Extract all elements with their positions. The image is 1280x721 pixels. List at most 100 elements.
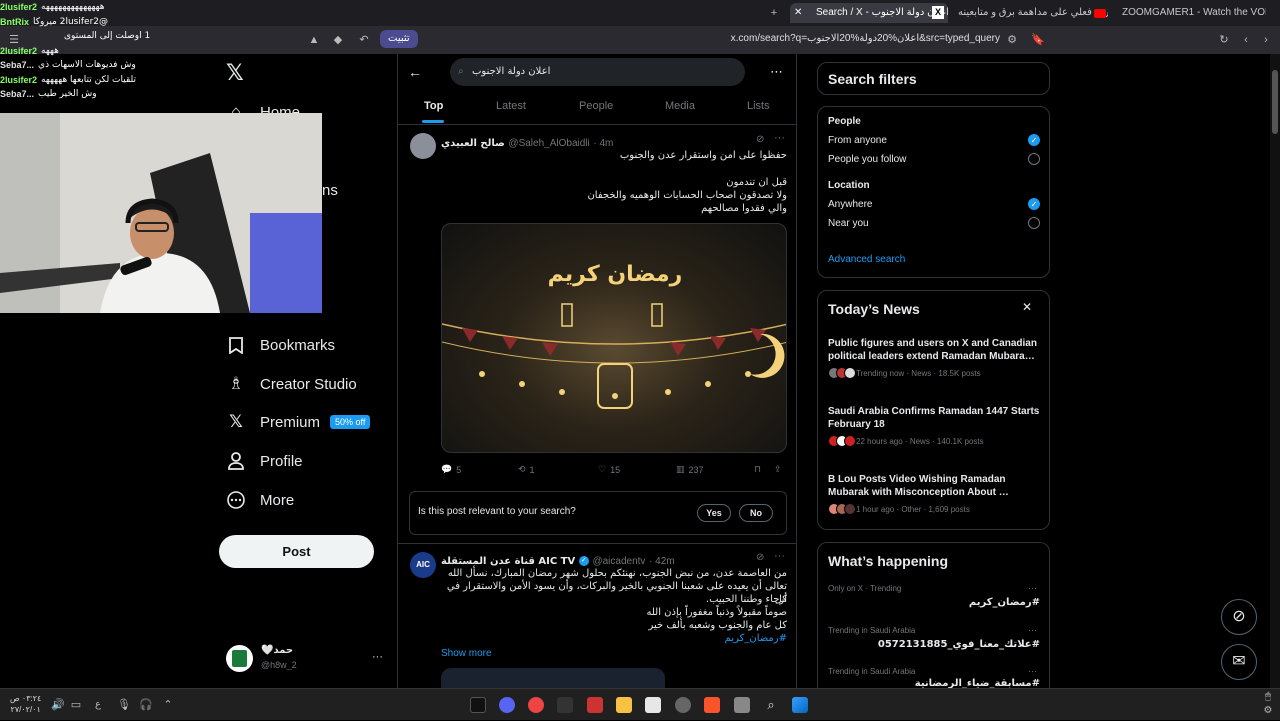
more-dots-icon[interactable]: ··· [1028, 583, 1037, 593]
radio-checked-icon[interactable]: ✓ [1028, 134, 1040, 146]
grok-icon[interactable]: ⊘ [756, 552, 764, 563]
show-more-link[interactable]: Show more [441, 648, 492, 659]
settings-icon[interactable]: ⚙ [1260, 701, 1276, 721]
brave-browser-icon[interactable] [704, 697, 720, 713]
grok-float-button[interactable]: ⊘ [1221, 599, 1257, 635]
search-icon[interactable]: ⌕ [763, 695, 779, 715]
no-button[interactable]: No [739, 504, 773, 522]
tweet-media-preview[interactable] [441, 668, 665, 688]
brave-rewards-icon[interactable]: ◆ [330, 30, 346, 50]
back-arrow-icon[interactable]: ← [408, 64, 422, 80]
new-tab-icon[interactable]: + [766, 3, 782, 23]
language-indicator[interactable]: ع [90, 695, 106, 715]
nav-partial-label[interactable]: ns [322, 182, 338, 199]
tab-people[interactable]: People [579, 100, 613, 112]
close-icon[interactable]: ✕ [1022, 300, 1032, 314]
news-item[interactable]: Public figures and users on X and Canadi… [828, 337, 1040, 379]
install-button[interactable]: تثبيت [380, 30, 418, 48]
grok-icon[interactable]: ⊘ [756, 134, 764, 145]
post-button[interactable]: Post [219, 535, 374, 568]
clock[interactable]: ٠٣:٢٤ ص ٢٧/٠٢/٠١ [10, 693, 41, 715]
obs-icon[interactable] [528, 697, 544, 713]
radio-checked-icon[interactable]: ✓ [1028, 198, 1040, 210]
more-dots-icon[interactable]: ··· [774, 132, 785, 144]
more-options-icon[interactable]: ⋯ [770, 64, 783, 80]
tune-icon[interactable]: ⚙ [1004, 30, 1020, 50]
nav-bookmarks[interactable]: Bookmarks [226, 330, 335, 360]
close-icon[interactable]: ✕ [794, 3, 802, 23]
news-item[interactable]: B Lou Posts Video Wishing Ramadan Mubara… [828, 473, 1040, 515]
reload-icon[interactable]: ↻ [1216, 30, 1232, 50]
bookmark-page-icon[interactable]: 🔖 [1030, 30, 1046, 50]
search-input[interactable]: ⌕ اعلان دولة الاجنوب [450, 58, 745, 86]
brave-shield-icon[interactable]: ▲ [306, 30, 322, 50]
yes-button[interactable]: Yes [697, 504, 731, 522]
more-dots-icon[interactable]: ··· [1028, 625, 1037, 635]
tab-latest[interactable]: Latest [496, 100, 526, 112]
trend-item[interactable]: Trending in Saudi Arabia ··· #علاتك_معنا… [818, 621, 1050, 661]
advanced-search-link[interactable]: Advanced search [828, 254, 905, 265]
repost-button[interactable]: ⟲ 1 [518, 464, 535, 475]
trend-item[interactable]: Only on X · Trending ··· #رمضان_كريم [818, 579, 1050, 619]
nav-profile[interactable]: Profile [226, 446, 303, 476]
task-view-icon[interactable] [734, 697, 750, 713]
hashtag-link[interactable]: #رمضان_كريم [441, 632, 787, 645]
tab-top[interactable]: Top [424, 100, 443, 112]
more-dots-icon[interactable]: ··· [372, 651, 383, 663]
share-button[interactable]: ⇪ [774, 464, 782, 475]
tab-x-search[interactable]: ✕ Search / X - اعلان دولة الاجنوب X [790, 3, 948, 23]
tweet[interactable]: AIC قناة عدن المستقلة AIC TV ✓ @aicadent… [398, 544, 796, 688]
tab-media[interactable]: Media [665, 100, 695, 112]
tweet[interactable]: صالح العبيدي @Saleh_AlObaidli · 4m ⊘ ···… [398, 125, 796, 485]
radio-empty-icon[interactable] [1028, 153, 1040, 165]
app-icon[interactable] [675, 697, 691, 713]
nav-premium[interactable]: 𝕏 Premium 50% off [226, 407, 371, 437]
news-item[interactable]: Saudi Arabia Confirms Ramadan 1447 Start… [828, 405, 1040, 447]
like-button[interactable]: ♡ 15 [598, 464, 620, 475]
store-icon[interactable] [645, 697, 661, 713]
url-field[interactable]: x.com/search?q=اعلان%20دولة%20الاجنوب&sr… [560, 33, 1000, 44]
tweet-author-handle[interactable]: @Saleh_AlObaidli [508, 138, 589, 149]
network-icon[interactable]: ▭ [68, 695, 84, 715]
discord-icon[interactable] [499, 697, 515, 713]
nav-back-icon[interactable]: ‹ [1238, 30, 1254, 50]
trend-item[interactable]: Trending in Saudi Arabia ··· #مسابقة_ضيا… [818, 663, 1050, 689]
headset-icon[interactable]: 🎧 [138, 695, 154, 715]
tweet-author-handle[interactable]: @aicadentv [592, 556, 645, 567]
more-dots-icon[interactable]: ··· [1028, 666, 1037, 676]
scrollbar[interactable] [1270, 54, 1280, 688]
tweet-image[interactable]: رمضان كريم [441, 223, 787, 453]
bookmark-button[interactable]: ⊓ [754, 464, 761, 475]
filter-from-anyone[interactable]: From anyone ✓ [828, 134, 1040, 146]
reply-button[interactable]: 💬 5 [441, 464, 461, 475]
file-explorer-icon[interactable] [616, 697, 632, 713]
tab-youtube[interactable]: ردة فعلي على مداهمة برق و متابعينه [958, 3, 1108, 23]
speaker-icon[interactable]: 🔊 [50, 695, 66, 715]
tweet-time[interactable]: · 42m [649, 556, 675, 567]
tab-lists[interactable]: Lists [747, 100, 770, 112]
tweet-author-name[interactable]: قناة عدن المستقلة AIC TV [441, 556, 575, 567]
tweet-time[interactable]: · 4m [593, 138, 613, 149]
tweet-author-name[interactable]: صالح العبيدي [441, 138, 505, 149]
views-button[interactable]: ▥ 237 [676, 464, 704, 475]
filter-anywhere[interactable]: Anywhere ✓ [828, 198, 1040, 210]
nav-creator-studio[interactable]: ♗ Creator Studio [226, 369, 356, 399]
nav-more[interactable]: More [226, 485, 294, 515]
chevron-up-icon[interactable]: ⌃ [160, 695, 176, 715]
messages-float-button[interactable]: ✉ [1221, 644, 1257, 680]
nav-forward-icon[interactable]: › [1258, 30, 1274, 50]
more-dots-icon[interactable]: ··· [774, 550, 785, 562]
scrollbar-thumb[interactable] [1272, 70, 1278, 134]
filter-people-you-follow[interactable]: People you follow [828, 153, 1040, 165]
filter-near-you[interactable]: Near you [828, 217, 1040, 229]
tiktok-icon[interactable] [470, 697, 486, 713]
back-arrow-icon[interactable]: ↶ [356, 30, 372, 50]
app-icon[interactable] [587, 697, 603, 713]
tab-zoomgamer[interactable]: ZOOMGAMER1 - Watch the VOD on [1116, 3, 1266, 23]
account-switcher[interactable]: حمد🤍 @h8w_2 ··· [226, 643, 384, 675]
radio-empty-icon[interactable] [1028, 217, 1040, 229]
windows-start-icon[interactable] [792, 697, 808, 713]
x-logo-icon[interactable]: 𝕏 [226, 62, 246, 84]
microphone-icon[interactable]: 🎙 [116, 695, 132, 715]
epic-games-icon[interactable] [557, 697, 573, 713]
